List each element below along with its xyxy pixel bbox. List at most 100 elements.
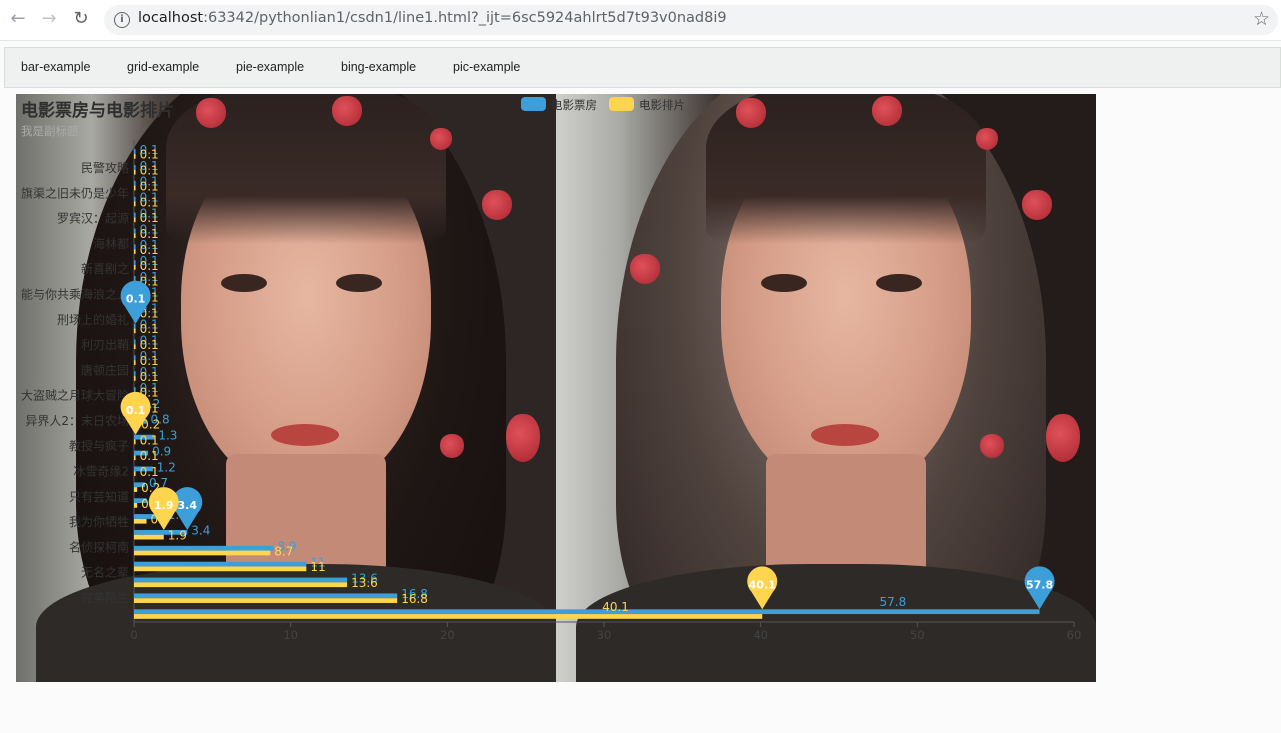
category-label: 大盗贼之月球大冒险 xyxy=(21,388,129,403)
url-host: localhost xyxy=(138,10,204,26)
screenings-value-label: 13.6 xyxy=(351,576,378,590)
screenings-value-label: 0.1 xyxy=(140,449,159,463)
back-arrow-icon[interactable]: ← xyxy=(7,8,29,30)
box-office-bar xyxy=(134,577,348,583)
screenings-bar xyxy=(134,598,398,603)
browser-toolbar: ← → ↻ i localhost:63342/pythonlian1/csdn… xyxy=(0,0,1281,41)
screenings-value-label: 0.1 xyxy=(140,148,159,162)
screenings-bar xyxy=(134,169,136,175)
box-office-bar xyxy=(134,609,1040,615)
url-text[interactable]: localhost:63342/pythonlian1/csdn1/line1.… xyxy=(138,10,727,26)
bookmark-star-icon[interactable]: ☆ xyxy=(1253,8,1270,30)
box-office-bar xyxy=(134,276,136,281)
forward-arrow-icon[interactable]: → xyxy=(38,8,60,30)
category-label: 罗宾汉：起源 xyxy=(57,211,129,226)
reload-icon[interactable]: ↻ xyxy=(70,8,92,30)
screenings-bar xyxy=(134,566,307,572)
category-label: 海林都 xyxy=(93,236,129,251)
site-info-icon[interactable]: i xyxy=(114,12,130,28)
x-tick-label: 30 xyxy=(597,628,612,642)
legend-swatch-screenings xyxy=(609,97,634,111)
screenings-bar xyxy=(134,328,136,334)
category-label: 完美陌生 xyxy=(81,590,129,605)
tab-grid-example[interactable]: grid-example xyxy=(127,60,199,74)
tab-pie-example[interactable]: pie-example xyxy=(236,60,304,74)
category-label: 唐顿庄园 xyxy=(81,362,129,377)
address-bar[interactable]: i localhost:63342/pythonlian1/csdn1/line… xyxy=(104,5,1278,35)
screenings-bar xyxy=(134,550,271,556)
category-label: 无名之辈 xyxy=(81,565,129,580)
mark-point-label: 0.1 xyxy=(126,293,146,306)
box-office-bar xyxy=(134,196,136,202)
box-office-bar xyxy=(134,561,307,567)
mark-point-label: 57.8 xyxy=(1026,578,1053,591)
box-office-bar xyxy=(134,149,136,154)
screenings-bar xyxy=(134,249,136,254)
screenings-value-label: 0.1 xyxy=(140,195,159,209)
screenings-bar xyxy=(134,265,136,270)
screenings-bar xyxy=(134,153,136,159)
screenings-value-label: 1.9 xyxy=(168,528,187,542)
screenings-bar xyxy=(134,376,136,381)
screenings-bar xyxy=(134,582,348,588)
box-office-bar xyxy=(134,323,136,329)
tab-bing-example[interactable]: bing-example xyxy=(341,60,416,74)
category-label: 名侦探柯南 xyxy=(69,539,129,554)
bar-chart: 0 10 20 30 40 50 60 民警攻略旗渠之旧未仍是少年罗宾汉：起源海林都新喜剧之能… xyxy=(21,140,1082,642)
x-tick-label: 60 xyxy=(1067,628,1082,642)
screenings-value-label: 0.1 xyxy=(140,433,159,447)
screenings-value-label: 0.1 xyxy=(140,259,159,273)
screenings-value-label: 0.1 xyxy=(140,211,159,225)
legend-item-box-office[interactable]: 电影票房 xyxy=(521,97,597,113)
screenings-bar xyxy=(134,534,164,540)
url-path: :63342/pythonlian1/csdn1/line1.html?_ijt… xyxy=(203,10,727,26)
screenings-value-label: 0.1 xyxy=(140,338,159,352)
box-office-value-label: 1.2 xyxy=(157,460,176,474)
category-label: 冰雪奇缘2 xyxy=(73,465,129,479)
screenings-bar xyxy=(134,185,136,191)
box-office-value-label: 3.4 xyxy=(191,524,210,538)
screenings-bar xyxy=(134,518,147,524)
box-office-bar xyxy=(134,212,136,218)
screenings-value-label: 40.1 xyxy=(602,600,629,614)
legend-item-screenings[interactable]: 电影排片 xyxy=(609,97,685,113)
category-label: 民警攻略 xyxy=(81,160,129,175)
screenings-bar xyxy=(134,455,136,461)
category-label: 只有芸知道 xyxy=(69,490,129,504)
box-office-bar xyxy=(134,355,136,361)
chart-panel: 0 10 20 30 40 50 60 民警攻略 旗渠之旧未仍是少年 罗宾汉：起源 海林都 新喜剧之能… xyxy=(16,94,1096,682)
x-tick-label: 50 xyxy=(910,628,925,642)
box-office-bar xyxy=(134,339,136,345)
category-label: 异界人2：末日农场 xyxy=(25,414,129,428)
x-tick-label: 20 xyxy=(440,628,455,642)
box-office-bar xyxy=(134,387,136,392)
screenings-value-label: 0.1 xyxy=(140,465,159,479)
category-label: 教授与疯子 xyxy=(69,438,129,453)
box-office-bar xyxy=(134,593,398,599)
box-office-bar xyxy=(134,244,136,250)
box-office-bar xyxy=(134,180,136,186)
tab-bar-example[interactable]: bar-example xyxy=(21,60,90,74)
screenings-value-label: 0.1 xyxy=(140,322,159,336)
screenings-value-label: 0.1 xyxy=(140,227,159,241)
screenings-value-label: 8.7 xyxy=(274,544,293,558)
chart-title: 电影票房与电影排片 xyxy=(21,101,174,121)
legend-swatch-box-office xyxy=(521,97,546,111)
mark-point-label: 0.1 xyxy=(126,404,146,417)
screenings-bar xyxy=(134,201,136,207)
category-label: 新喜剧之 xyxy=(81,261,129,276)
screenings-bar xyxy=(134,487,138,492)
mark-point-label: 3.4 xyxy=(178,499,198,512)
screenings-bar xyxy=(134,233,136,239)
category-label: 旗渠之旧未仍是少年 xyxy=(21,185,129,200)
screenings-bar xyxy=(134,503,138,508)
box-office-bar xyxy=(134,260,136,265)
box-office-bar xyxy=(134,165,136,170)
screenings-value-label: 0.1 xyxy=(140,179,159,193)
tab-pic-example[interactable]: pic-example xyxy=(453,60,520,74)
screenings-value-label: 0.1 xyxy=(140,164,159,178)
screenings-bar xyxy=(134,217,136,223)
mark-point-label: 1.9 xyxy=(154,499,174,512)
screenings-value-label: 16.8 xyxy=(401,592,428,606)
box-office-value-label: 1.3 xyxy=(158,429,177,443)
